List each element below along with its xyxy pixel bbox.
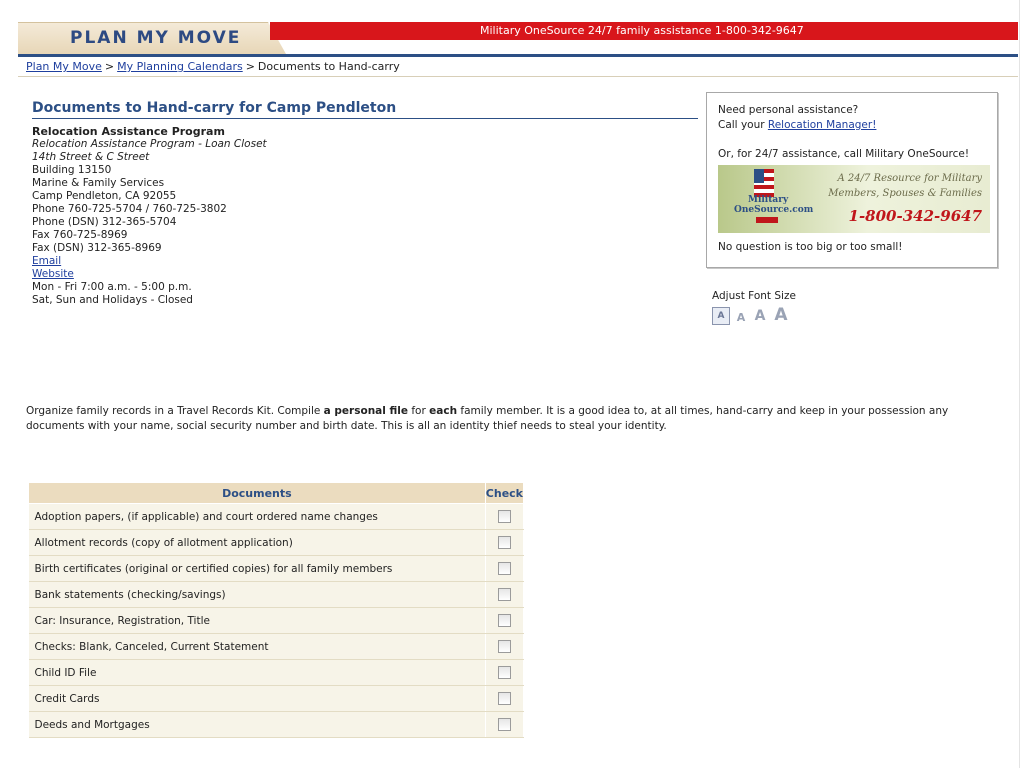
intro-bold: a personal file: [323, 405, 409, 417]
assist-line: Call your Relocation Manager!: [718, 119, 876, 131]
hours-line: Mon - Fri 7:00 a.m. - 5:00 p.m.: [32, 281, 192, 293]
table-header-row: Documents Check: [28, 482, 525, 504]
font-size-smallest[interactable]: A: [712, 307, 730, 325]
intro-text: Organize family records in a Travel Reco…: [26, 405, 324, 417]
address-line: Relocation Assistance Program - Loan Clo…: [32, 138, 267, 150]
website-link[interactable]: Website: [32, 268, 74, 280]
intro-text: for: [408, 405, 430, 417]
column-header-check: Check: [484, 482, 525, 504]
banner-phone: 1-800-342-9647: [848, 207, 982, 225]
breadcrumb: Plan My Move > My Planning Calendars > Docum…: [26, 60, 400, 73]
breadcrumb-separator: >: [245, 60, 255, 73]
check-cell: [485, 633, 525, 660]
fax-line: Fax 760-725-8969: [32, 229, 128, 241]
document-name: Birth certificates (original or certifie…: [28, 555, 486, 582]
assist-line: Or, for 24/7 assistance, call Military O…: [718, 148, 970, 160]
logo-bar: [756, 217, 778, 223]
page-edge: [1019, 0, 1020, 768]
flag-icon: [754, 169, 774, 197]
font-size-medium[interactable]: A: [752, 307, 768, 325]
document-checkbox[interactable]: [497, 510, 511, 523]
check-cell: [485, 607, 525, 634]
column-header-documents: Documents: [28, 482, 486, 504]
breadcrumb-separator: >: [104, 60, 115, 73]
military-onesource-banner: Military OneSource 24/7 family assistanc…: [270, 22, 1018, 40]
banner-text: Military OneSource 24/7 family assistanc…: [480, 24, 804, 37]
breadcrumb-divider: [18, 76, 1018, 77]
address-line: Building 13150: [32, 164, 112, 176]
document-checkbox[interactable]: [497, 692, 511, 705]
document-checkbox[interactable]: [497, 562, 511, 575]
check-cell: [485, 503, 525, 530]
plan-my-move-logo[interactable]: PLAN MY MOVE: [18, 22, 286, 54]
table-row: Credit Cards: [28, 685, 525, 712]
document-name: Car: Insurance, Registration, Title: [28, 607, 486, 634]
assistance-box: Need personal assistance? Call your Relo…: [706, 92, 998, 268]
header-divider: [18, 54, 1018, 57]
document-checkbox[interactable]: [497, 640, 511, 653]
document-checkbox[interactable]: [497, 718, 511, 731]
address-line: 14th Street & C Street: [32, 151, 150, 163]
header: PLAN MY MOVE Military OneSource 24/7 fam…: [0, 0, 1024, 57]
address-line: Camp Pendleton, CA 92055: [32, 190, 177, 202]
org-name: Relocation Assistance Program: [32, 125, 225, 138]
document-name: Child ID File: [28, 659, 486, 686]
table-row: Birth certificates (original or certifie…: [28, 555, 525, 582]
page-title: Documents to Hand-carry for Camp Pendlet…: [32, 100, 698, 119]
document-name: Adoption papers, (if applicable) and cou…: [28, 503, 486, 530]
check-cell: [485, 581, 525, 608]
table-row: Child ID File: [28, 659, 525, 686]
table-row: Car: Insurance, Registration, Title: [28, 607, 525, 634]
table-row: Checks: Blank, Canceled, Current Stateme…: [28, 633, 525, 660]
table-row: Bank statements (checking/savings): [28, 581, 525, 608]
banner-tagline: A 24/7 Resource for Military Members, Sp…: [828, 171, 982, 201]
fax-dsn-line: Fax (DSN) 312-365-8969: [32, 242, 162, 254]
font-size-small[interactable]: A: [734, 309, 748, 325]
font-size-large[interactable]: A: [772, 305, 790, 325]
breadcrumb-plan-my-move[interactable]: Plan My Move: [26, 60, 102, 73]
check-cell: [485, 555, 525, 582]
document-name: Credit Cards: [28, 685, 486, 712]
assist-prefix: Call your: [718, 119, 768, 131]
intro-paragraph: Organize family records in a Travel Reco…: [26, 404, 1006, 434]
logo-text: PLAN MY MOVE: [70, 28, 242, 48]
table-row: Adoption papers, (if applicable) and cou…: [28, 503, 525, 530]
table-row: Deeds and Mortgages: [28, 711, 525, 738]
assist-line: Need personal assistance?: [718, 104, 859, 116]
document-checkbox[interactable]: [497, 666, 511, 679]
document-checkbox[interactable]: [497, 536, 511, 549]
tagline-line: Members, Spouses & Families: [828, 188, 982, 199]
document-checkbox[interactable]: [497, 614, 511, 627]
font-size-label: Adjust Font Size: [712, 290, 796, 302]
military-onesource-ad[interactable]: Military OneSource.com A 24/7 Resource f…: [718, 165, 990, 233]
check-cell: [485, 659, 525, 686]
breadcrumb-current: Documents to Hand-carry: [257, 60, 400, 73]
military-onesource-logo: Military OneSource.com: [734, 169, 813, 227]
logo-word: Military: [748, 195, 789, 205]
document-name: Deeds and Mortgages: [28, 711, 486, 738]
check-cell: [485, 711, 525, 738]
phone-line: Phone 760-725-5704 / 760-725-3802: [32, 203, 227, 215]
breadcrumb-my-planning-calendars[interactable]: My Planning Calendars: [117, 60, 243, 73]
document-checkbox[interactable]: [497, 588, 511, 601]
intro-bold: each: [429, 405, 458, 417]
tagline-line: A 24/7 Resource for Military: [837, 173, 982, 184]
document-name: Bank statements (checking/savings): [28, 581, 486, 608]
documents-table: Documents Check Adoption papers, (if app…: [28, 482, 525, 738]
logo-word: OneSource.com: [734, 205, 814, 215]
relocation-manager-link[interactable]: Relocation Manager!: [768, 119, 877, 131]
phone-dsn-line: Phone (DSN) 312-365-5704: [32, 216, 177, 228]
table-row: Allotment records (copy of allotment app…: [28, 529, 525, 556]
document-name: Allotment records (copy of allotment app…: [28, 529, 486, 556]
email-link[interactable]: Email: [32, 255, 61, 267]
hours-line: Sat, Sun and Holidays - Closed: [32, 294, 193, 306]
check-cell: [485, 685, 525, 712]
document-name: Checks: Blank, Canceled, Current Stateme…: [28, 633, 486, 660]
font-size-control: Adjust Font Size A A A A: [712, 290, 796, 325]
office-address: Relocation Assistance Program Relocation…: [32, 125, 702, 307]
check-cell: [485, 529, 525, 556]
address-line: Marine & Family Services: [32, 177, 165, 189]
assist-line: No question is too big or too small!: [718, 241, 903, 253]
main-content: Documents to Hand-carry for Camp Pendlet…: [32, 100, 702, 307]
